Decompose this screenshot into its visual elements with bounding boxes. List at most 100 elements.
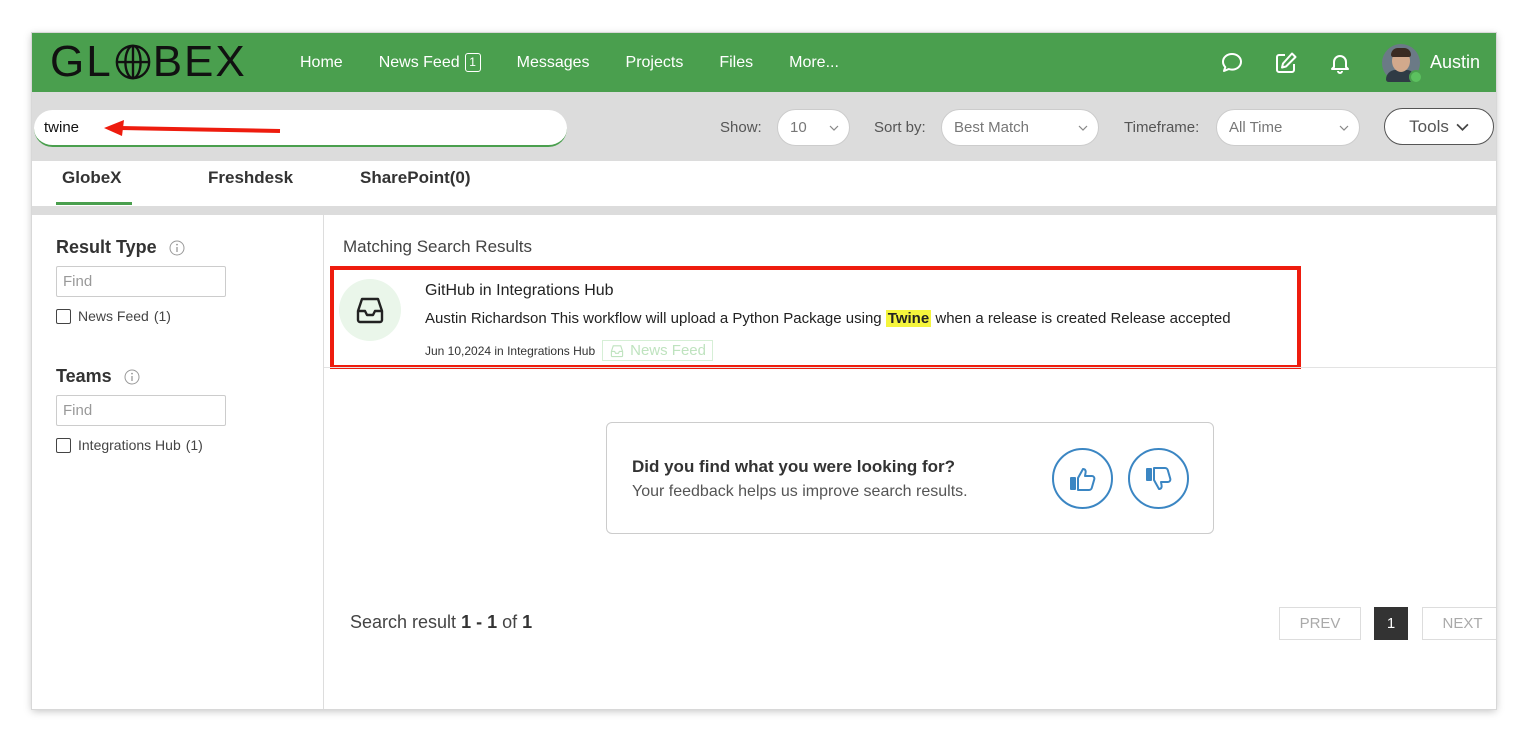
top-nav-bar: GL BEX Home News Feed 1 Messages Project… bbox=[32, 33, 1496, 92]
tab-sharepoint[interactable]: SharePoint(0) bbox=[360, 168, 471, 188]
teams-heading: Teams bbox=[56, 366, 140, 387]
main-nav: Home News Feed 1 Messages Projects Files… bbox=[300, 33, 875, 92]
sort-select[interactable]: Best Match bbox=[941, 109, 1099, 146]
snippet-highlight: Twine bbox=[885, 310, 932, 327]
thumbs-up-button[interactable] bbox=[1052, 448, 1113, 509]
nav-home-label: Home bbox=[300, 53, 343, 71]
online-status-dot bbox=[1408, 69, 1423, 84]
result-type-title: Result Type bbox=[56, 237, 157, 257]
result-meta: Jun 10,2024 in Integrations Hub News Fee… bbox=[425, 340, 713, 361]
summary-total: 1 bbox=[522, 612, 533, 632]
chevron-down-icon bbox=[1078, 125, 1088, 131]
news-feed-filter-count: (1) bbox=[153, 308, 171, 324]
thumbs-up-icon bbox=[1069, 467, 1095, 491]
feedback-question: Did you find what you were looking for? bbox=[632, 457, 955, 476]
current-page-button[interactable]: 1 bbox=[1374, 607, 1408, 640]
news-feed-count-badge: 1 bbox=[464, 53, 481, 72]
timeframe-label: Timeframe: bbox=[1124, 119, 1200, 136]
source-tabs: GlobeX Freshdesk SharePoint(0) bbox=[32, 161, 1496, 206]
results-panel: Matching Search Results GitHub in Integr… bbox=[324, 215, 1496, 709]
tab-freshdesk[interactable]: Freshdesk bbox=[208, 168, 293, 188]
timeframe-select-value: All Time bbox=[1229, 119, 1283, 136]
info-icon[interactable] bbox=[169, 240, 185, 256]
nav-home[interactable]: Home bbox=[300, 54, 343, 72]
show-select[interactable]: 10 bbox=[777, 109, 850, 146]
summary-of: of bbox=[497, 612, 523, 632]
nav-projects-label: Projects bbox=[625, 53, 684, 71]
next-page-button[interactable]: NEXT bbox=[1422, 607, 1496, 640]
result-type-badge-label: News Feed bbox=[630, 342, 706, 359]
result-divider bbox=[324, 367, 1496, 368]
timeframe-select[interactable]: All Time bbox=[1216, 109, 1360, 146]
bell-icon[interactable] bbox=[1328, 51, 1352, 75]
result-type-badge: News Feed bbox=[602, 340, 713, 361]
tools-button-label: Tools bbox=[1409, 116, 1449, 136]
teams-find-input[interactable]: Find bbox=[56, 395, 226, 426]
logo-text-start: GL bbox=[50, 37, 113, 86]
chat-icon[interactable] bbox=[1220, 51, 1244, 75]
tools-button[interactable]: Tools bbox=[1384, 108, 1494, 145]
teams-title: Teams bbox=[56, 366, 112, 386]
show-select-value: 10 bbox=[790, 119, 807, 136]
snippet-text-before: Austin Richardson This workflow will upl… bbox=[425, 310, 886, 327]
sort-select-value: Best Match bbox=[954, 119, 1030, 136]
result-type-find-placeholder: Find bbox=[63, 273, 93, 290]
chevron-down-icon bbox=[1339, 125, 1349, 131]
filter-sidebar: Result Type Find News Feed (1) Teams Fin… bbox=[32, 215, 324, 709]
integrations-hub-checkbox[interactable] bbox=[56, 437, 71, 453]
active-tab-indicator bbox=[56, 202, 132, 205]
globe-icon bbox=[115, 44, 151, 80]
chevron-down-icon bbox=[1456, 123, 1469, 131]
nav-more[interactable]: More... bbox=[789, 54, 839, 72]
search-result-item[interactable]: GitHub in Integrations Hub Austin Richar… bbox=[330, 266, 1301, 369]
header-actions: Austin bbox=[1220, 33, 1496, 92]
search-toolbar: Show: 10 Sort by: Best Match Timeframe: … bbox=[32, 92, 1496, 161]
inbox-icon bbox=[610, 344, 624, 357]
nav-messages-label: Messages bbox=[516, 53, 590, 71]
nav-news-feed-label: News Feed bbox=[378, 53, 460, 71]
avatar-hair bbox=[1390, 47, 1411, 57]
news-feed-checkbox[interactable] bbox=[56, 308, 71, 324]
result-snippet: Austin Richardson This workflow will upl… bbox=[425, 310, 1231, 327]
feedback-card: Did you find what you were looking for? … bbox=[606, 422, 1214, 534]
thumbs-down-button[interactable] bbox=[1128, 448, 1189, 509]
tab-globex[interactable]: GlobeX bbox=[62, 168, 122, 188]
feedback-subtext: Your feedback helps us improve search re… bbox=[632, 483, 968, 500]
thumbs-down-icon bbox=[1145, 466, 1171, 490]
chevron-down-icon bbox=[829, 125, 839, 131]
result-type-heading: Result Type bbox=[56, 237, 185, 258]
globex-logo[interactable]: GL BEX bbox=[50, 37, 247, 86]
inbox-icon bbox=[339, 279, 401, 341]
avatar[interactable] bbox=[1381, 43, 1423, 84]
integrations-hub-filter-label: Integrations Hub bbox=[78, 437, 181, 453]
logo-text-end: BEX bbox=[152, 37, 247, 86]
result-title[interactable]: GitHub in Integrations Hub bbox=[425, 282, 614, 300]
filter-integrations-hub[interactable]: Integrations Hub (1) bbox=[56, 437, 203, 453]
nav-files-label: Files bbox=[719, 53, 754, 71]
user-name[interactable]: Austin bbox=[1430, 52, 1480, 73]
sort-label: Sort by: bbox=[874, 119, 926, 136]
result-date-team: Jun 10,2024 in Integrations Hub bbox=[425, 343, 596, 358]
results-section-title: Matching Search Results bbox=[343, 237, 532, 256]
prev-page-button[interactable]: PREV bbox=[1279, 607, 1361, 640]
teams-find-placeholder: Find bbox=[63, 402, 93, 419]
nav-messages[interactable]: Messages bbox=[517, 54, 590, 72]
app-window: GL BEX Home News Feed 1 Messages Project… bbox=[32, 33, 1496, 709]
news-feed-filter-label: News Feed bbox=[78, 308, 149, 324]
filter-news-feed[interactable]: News Feed (1) bbox=[56, 308, 171, 324]
red-arrow-annotation bbox=[104, 120, 281, 136]
result-type-find-input[interactable]: Find bbox=[56, 266, 226, 297]
integrations-hub-filter-count: (1) bbox=[185, 437, 203, 453]
tabs-divider bbox=[32, 206, 1496, 215]
compose-icon[interactable] bbox=[1274, 51, 1298, 75]
nav-news-feed[interactable]: News Feed 1 bbox=[379, 53, 481, 72]
nav-projects[interactable]: Projects bbox=[626, 54, 684, 72]
summary-range: 1 - 1 bbox=[461, 612, 498, 632]
show-label: Show: bbox=[720, 119, 762, 136]
result-summary: Search result 1 - 1 of 1 bbox=[350, 612, 532, 633]
nav-files[interactable]: Files bbox=[719, 54, 753, 72]
snippet-text-after: when a release is created Release accept… bbox=[931, 310, 1231, 327]
info-icon[interactable] bbox=[124, 369, 140, 385]
summary-prefix: Search result bbox=[350, 612, 462, 632]
nav-more-label: More... bbox=[789, 53, 839, 71]
